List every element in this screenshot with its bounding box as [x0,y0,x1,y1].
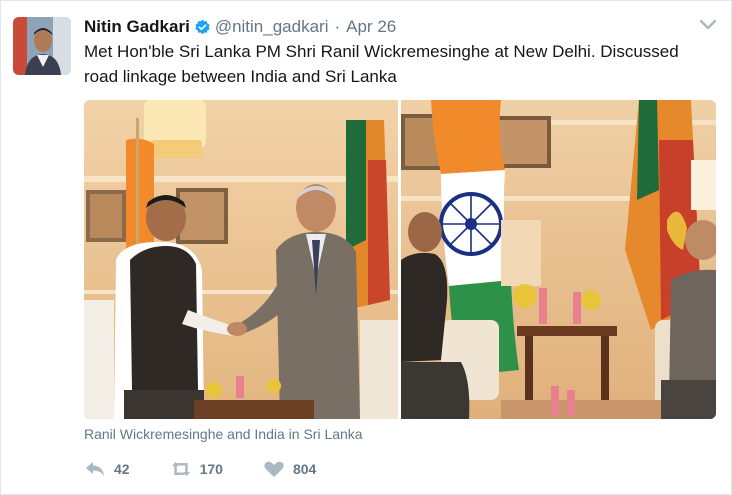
tweet-text: Met Hon'ble Sri Lanka PM Shri Ranil Wick… [84,42,679,86]
reply-count: 42 [114,461,130,477]
media-caption: Ranil Wickremesinghe and India in Sri La… [84,426,363,442]
like-button[interactable]: 804 [263,460,316,478]
photo-handshake [84,100,398,419]
retweet-button[interactable]: 170 [170,460,223,478]
tweet-timestamp[interactable]: Apr 26 [346,17,396,37]
photo-meeting [401,100,716,419]
heart-icon [264,461,284,477]
tweet-card: Nitin Gadkari @nitin_gadkari · Apr 26 Me… [0,0,732,495]
reply-icon [86,462,104,476]
reply-button[interactable]: 42 [84,460,130,478]
tweet-header: Nitin Gadkari @nitin_gadkari · Apr 26 [84,16,396,38]
avatar[interactable] [13,17,71,75]
retweet-icon [171,462,190,476]
verified-badge-icon [195,19,210,34]
separator-dot: · [334,17,341,36]
like-count: 804 [292,461,317,477]
tweet-media[interactable] [84,100,716,419]
author-handle[interactable]: @nitin_gadkari [215,17,329,37]
tweet-actions: 42 170 804 [84,457,356,481]
retweet-count: 170 [199,461,223,477]
author-name[interactable]: Nitin Gadkari [84,17,190,37]
chevron-down-icon[interactable] [698,17,718,33]
avatar-image [13,17,71,75]
